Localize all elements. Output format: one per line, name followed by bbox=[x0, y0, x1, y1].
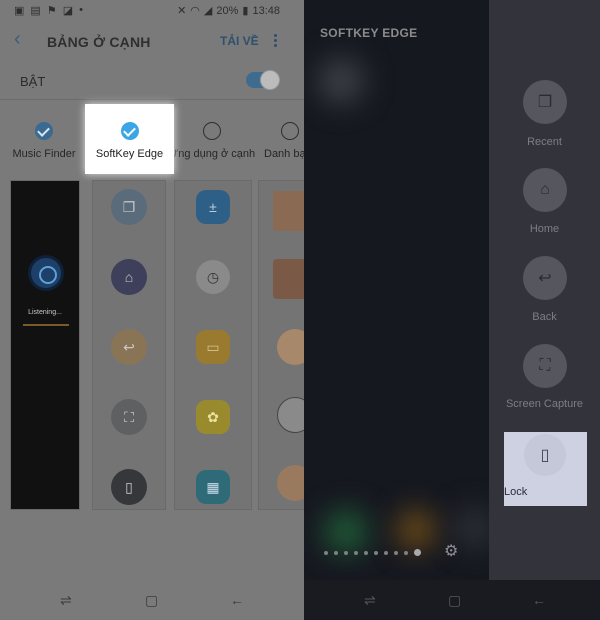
flag-icon: ⚑ bbox=[46, 5, 57, 17]
panel-option-edge-apps[interactable]: Ứng dụng ở cạnh bbox=[168, 112, 256, 172]
edge-panels-settings: ▣ ▤ ⚑ ◪ • ✕ ◠ ◢ 20% ▮ 13:48 ‹ BẢNG Ở CẠN… bbox=[0, 0, 304, 620]
checkbox-icon[interactable] bbox=[203, 122, 221, 140]
checkbox-icon[interactable] bbox=[35, 122, 53, 140]
contact-avatar bbox=[277, 465, 304, 501]
panel-title: SOFTKEY EDGE bbox=[320, 26, 418, 40]
folder-icon: ▭ bbox=[196, 330, 230, 364]
blurred-shape bbox=[454, 508, 494, 548]
edge-apps-preview[interactable]: ± ◷ ▭ ✿ ▦ bbox=[174, 180, 252, 510]
page-indicator[interactable] bbox=[324, 549, 421, 556]
contacts-preview[interactable] bbox=[258, 180, 304, 510]
edge-item-label: Lock bbox=[504, 486, 528, 498]
clock-icon: ◷ bbox=[196, 260, 230, 294]
back-icon: ↩ bbox=[111, 329, 147, 365]
edge-item-label: Back bbox=[532, 311, 557, 323]
more-options-icon[interactable] bbox=[270, 32, 280, 50]
panel-option-music-finder[interactable]: Music Finder bbox=[0, 112, 88, 172]
back-nav-icon[interactable]: ← bbox=[532, 592, 546, 608]
panel-label: Ứng dụng ở cạnh bbox=[168, 148, 256, 160]
music-icon bbox=[28, 255, 64, 291]
panel-label: SoftKey Edge bbox=[95, 148, 164, 160]
contact-avatar bbox=[273, 259, 304, 299]
app-bar: ‹ BẢNG Ở CẠNH TẢI VỀ bbox=[0, 22, 304, 62]
master-toggle-row[interactable]: BẬT bbox=[0, 62, 304, 100]
lock-phone-icon: ▯ bbox=[524, 434, 566, 476]
progress-bar bbox=[23, 324, 69, 326]
notification-icons: ▣ ▤ ⚑ ◪ • bbox=[14, 4, 83, 17]
image-icon: ▣ bbox=[14, 5, 25, 17]
calendar-icon: ▦ bbox=[196, 470, 230, 504]
checkbox-icon[interactable] bbox=[281, 122, 299, 140]
page-title: BẢNG Ở CẠNH bbox=[47, 34, 151, 50]
mute-icon: ✕ bbox=[177, 5, 187, 17]
home-icon: ⌂ bbox=[523, 168, 567, 212]
panel-label: Danh bạ bbox=[264, 148, 304, 160]
mail-icon: ▤ bbox=[30, 5, 41, 17]
screen: ▣ ▤ ⚑ ◪ • ✕ ◠ ◢ 20% ▮ 13:48 ‹ BẢNG Ở CẠN… bbox=[0, 0, 600, 620]
gear-icon[interactable]: ⚙ bbox=[444, 543, 462, 561]
recent-icon: ❐ bbox=[111, 189, 147, 225]
recents-nav-icon[interactable]: ⇌ bbox=[60, 592, 72, 609]
softkey-edge-screen: SOFTKEY EDGE ❐ Recent ⌂ Home ↩ Back ⛶ Sc… bbox=[304, 0, 600, 620]
navigation-bar: ⇌ ▢ ← bbox=[0, 580, 304, 620]
screen-capture-icon: ⛶ bbox=[111, 399, 147, 435]
battery-percent: 20% bbox=[216, 4, 239, 17]
back-nav-icon[interactable]: ← bbox=[230, 592, 244, 608]
screen-capture-icon: ⛶ bbox=[523, 344, 567, 388]
panel-option-softkey-edge[interactable]: SoftKey Edge bbox=[85, 104, 174, 174]
lock-phone-icon: ▯ bbox=[111, 469, 147, 505]
softkey-edge-preview[interactable]: ❐ ⌂ ↩ ⛶ ▯ bbox=[92, 180, 166, 510]
music-finder-preview[interactable]: Listening... bbox=[10, 180, 80, 510]
master-switch[interactable] bbox=[246, 70, 280, 90]
home-nav-icon[interactable]: ▢ bbox=[448, 592, 461, 609]
clock: 13:48 bbox=[252, 4, 280, 17]
panel-previews: Listening... ❐ ⌂ ↩ ⛶ ▯ ± ◷ ▭ ✿ ▦ bbox=[0, 180, 304, 510]
recent-icon: ❐ bbox=[523, 80, 567, 124]
listening-text: Listening... bbox=[28, 309, 62, 316]
navigation-bar: ⇌ ▢ ← bbox=[304, 580, 600, 620]
switch-knob bbox=[260, 70, 280, 90]
store-icon: ◪ bbox=[62, 5, 74, 17]
home-nav-icon[interactable]: ▢ bbox=[145, 592, 158, 609]
checkbox-icon[interactable] bbox=[120, 122, 139, 140]
panel-option-contacts[interactable]: Danh bạ bbox=[254, 112, 304, 172]
edge-item-label: Home bbox=[529, 223, 560, 235]
contact-avatar bbox=[277, 329, 304, 365]
blurred-shape bbox=[318, 58, 364, 104]
battery-icon: ▮ bbox=[242, 5, 249, 17]
edge-item-lock[interactable]: ▯ Lock bbox=[504, 432, 587, 506]
blurred-shape bbox=[324, 510, 368, 554]
blurred-shape bbox=[396, 510, 436, 550]
signal-icon: ◢ bbox=[203, 5, 213, 17]
home-icon: ⌂ bbox=[111, 259, 147, 295]
download-button[interactable]: TẢI VỀ bbox=[220, 34, 259, 48]
calculator-icon: ± bbox=[196, 190, 230, 224]
gallery-icon: ✿ bbox=[196, 400, 230, 434]
wifi-icon: ◠ bbox=[190, 5, 200, 17]
back-arrow-icon[interactable]: ‹ bbox=[14, 29, 34, 50]
toggle-label: BẬT bbox=[20, 74, 46, 89]
softkey-option: SoftKey Edge bbox=[85, 104, 174, 164]
status-right: ✕ ◠ ◢ 20% ▮ 13:48 bbox=[177, 4, 280, 18]
more-dots-icon: • bbox=[79, 4, 83, 16]
panel-label: Music Finder bbox=[12, 148, 76, 160]
contact-avatar bbox=[273, 191, 304, 231]
status-bar: ▣ ▤ ⚑ ◪ • ✕ ◠ ◢ 20% ▮ 13:48 bbox=[0, 0, 304, 22]
edge-item-label: Recent bbox=[527, 136, 562, 148]
edge-item-label: Screen Capture bbox=[505, 398, 584, 410]
back-icon: ↩ bbox=[523, 256, 567, 300]
recents-nav-icon[interactable]: ⇌ bbox=[364, 592, 376, 609]
contact-avatar bbox=[277, 397, 304, 433]
